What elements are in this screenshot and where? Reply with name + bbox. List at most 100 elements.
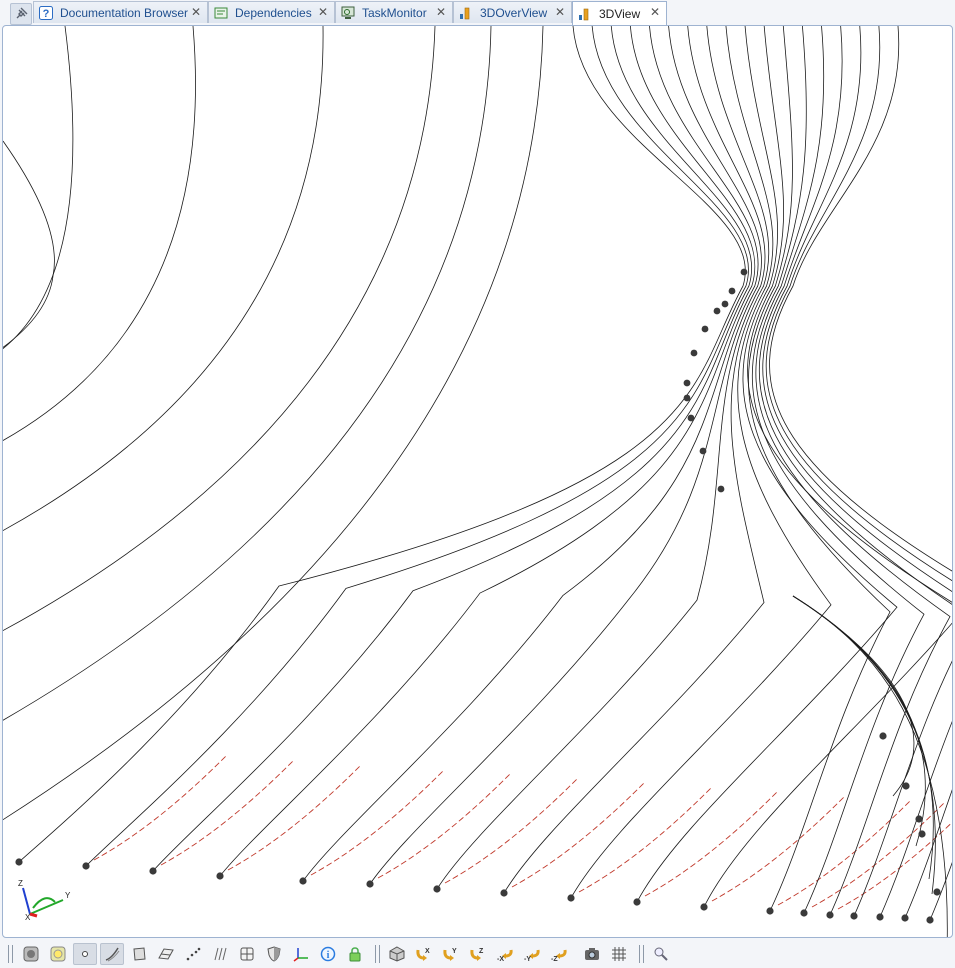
rotate-neg-y-icon: -Y — [524, 949, 540, 962]
tab-label: Dependencies — [235, 5, 312, 20]
task-monitor-icon — [341, 6, 355, 19]
grid-split-button[interactable] — [235, 943, 259, 965]
camera-button[interactable] — [580, 943, 604, 965]
curve-endpoint[interactable] — [699, 447, 707, 455]
rotate-neg-z-button[interactable]: -Z — [547, 943, 571, 965]
curve-endpoint[interactable] — [700, 903, 708, 911]
curve-endpoint[interactable] — [500, 889, 508, 897]
curve — [85, 26, 749, 867]
curve-endpoint[interactable] — [926, 916, 934, 924]
rotate-neg-x-button[interactable]: -X — [493, 943, 517, 965]
dotted-line-button[interactable] — [181, 943, 205, 965]
curve-endpoint[interactable] — [933, 888, 941, 896]
grid-icon — [612, 947, 626, 961]
curve-endpoint[interactable] — [299, 877, 307, 885]
curve-endpoint[interactable] — [82, 862, 90, 870]
curve-endpoint[interactable] — [728, 287, 736, 295]
curve-endpoint[interactable] — [366, 880, 374, 888]
curve — [302, 26, 759, 882]
iso-view-button[interactable] — [385, 943, 409, 965]
curve-endpoint[interactable] — [721, 300, 729, 308]
curve-endpoint[interactable] — [717, 485, 725, 493]
curve-endpoint[interactable] — [800, 909, 808, 917]
curve-endpoint[interactable] — [216, 872, 224, 880]
curve-endpoint[interactable] — [901, 914, 909, 922]
highlight-segment — [377, 773, 511, 879]
tab-documentation-browser[interactable]: ? Documentation Browser ✕ — [33, 1, 208, 23]
curve-endpoint[interactable] — [690, 349, 698, 357]
tab-3d-view[interactable]: 3DView ✕ — [572, 1, 667, 25]
curve-endpoint[interactable] — [713, 307, 721, 315]
curve — [3, 26, 436, 631]
x-axis — [29, 912, 38, 918]
curve — [18, 26, 746, 863]
curve-endpoint[interactable] — [826, 911, 834, 919]
tab-label: 3DView — [599, 6, 641, 21]
curve-endpoint[interactable] — [433, 885, 441, 893]
curve-endpoint[interactable] — [567, 894, 575, 902]
grid-button[interactable] — [607, 943, 631, 965]
info-button[interactable]: i — [316, 943, 340, 965]
curve-endpoint[interactable] — [876, 913, 884, 921]
surface-display-icon — [133, 947, 146, 961]
pin-icon — [16, 7, 28, 19]
rotate-neg-z-icon: -Z — [551, 949, 567, 962]
pin-button[interactable] — [10, 3, 32, 25]
lock-button[interactable] — [343, 943, 367, 965]
close-icon[interactable]: ✕ — [650, 5, 660, 19]
curve-endpoint[interactable] — [633, 898, 641, 906]
tab-3d-overview[interactable]: 3DOverView ✕ — [453, 1, 572, 23]
highlight-segment — [227, 765, 361, 871]
rotate-z-button[interactable]: Z — [466, 943, 490, 965]
curve-endpoint[interactable] — [850, 912, 858, 920]
curve-endpoint[interactable] — [149, 867, 157, 875]
curve — [3, 26, 544, 821]
close-icon[interactable]: ✕ — [555, 5, 565, 19]
iso-view-icon — [389, 946, 405, 962]
close-icon[interactable]: ✕ — [436, 5, 446, 19]
curve-endpoint[interactable] — [701, 325, 709, 333]
3d-viewport[interactable]: Z Y X — [2, 25, 953, 938]
rotate-x-button[interactable]: X — [412, 943, 436, 965]
shield-icon — [267, 946, 281, 962]
toolbar-grip[interactable] — [8, 945, 13, 963]
points-display-button[interactable] — [73, 943, 97, 965]
curve-endpoint[interactable] — [687, 414, 695, 422]
curve-endpoint[interactable] — [915, 815, 923, 823]
bar-chart-icon — [579, 8, 589, 20]
axis-triad-button[interactable] — [289, 943, 313, 965]
curve-endpoint[interactable] — [740, 268, 748, 276]
axis-label-x: X — [25, 913, 31, 922]
curve-endpoint[interactable] — [918, 830, 926, 838]
curve — [751, 26, 925, 914]
shaded-display-button[interactable] — [19, 943, 43, 965]
shield-button[interactable] — [262, 943, 286, 965]
close-icon[interactable]: ✕ — [318, 5, 328, 19]
curves-display-button[interactable] — [100, 943, 124, 965]
curve-endpoint[interactable] — [15, 858, 23, 866]
curve-endpoint[interactable] — [683, 379, 691, 387]
rotate-y-button[interactable]: Y — [439, 943, 463, 965]
shaded-display-icon — [23, 946, 39, 962]
camera-icon — [585, 948, 599, 960]
axis-label-y: Y — [65, 891, 71, 900]
rotate-neg-y-button[interactable]: -Y — [520, 943, 544, 965]
lock-icon — [349, 947, 361, 962]
curve-endpoint[interactable] — [879, 732, 887, 740]
faces-display-button[interactable] — [154, 943, 178, 965]
zoom-button[interactable] — [649, 943, 673, 965]
wireframe-display-button[interactable] — [46, 943, 70, 965]
tab-dependencies[interactable]: Dependencies ✕ — [208, 1, 335, 23]
curve-endpoint[interactable] — [683, 394, 691, 402]
tab-task-monitor[interactable]: TaskMonitor ✕ — [335, 1, 453, 23]
surface-display-button[interactable] — [127, 943, 151, 965]
tab-label: Documentation Browser — [60, 5, 189, 20]
parallel-lines-button[interactable] — [208, 943, 232, 965]
curve-endpoint[interactable] — [766, 907, 774, 915]
curve-endpoint[interactable] — [902, 782, 910, 790]
svg-text:-X: -X — [497, 956, 504, 962]
close-icon[interactable]: ✕ — [191, 5, 201, 19]
toolbar-separator — [639, 945, 644, 963]
highlight-segment — [644, 791, 778, 897]
curve-scene[interactable] — [3, 26, 953, 938]
